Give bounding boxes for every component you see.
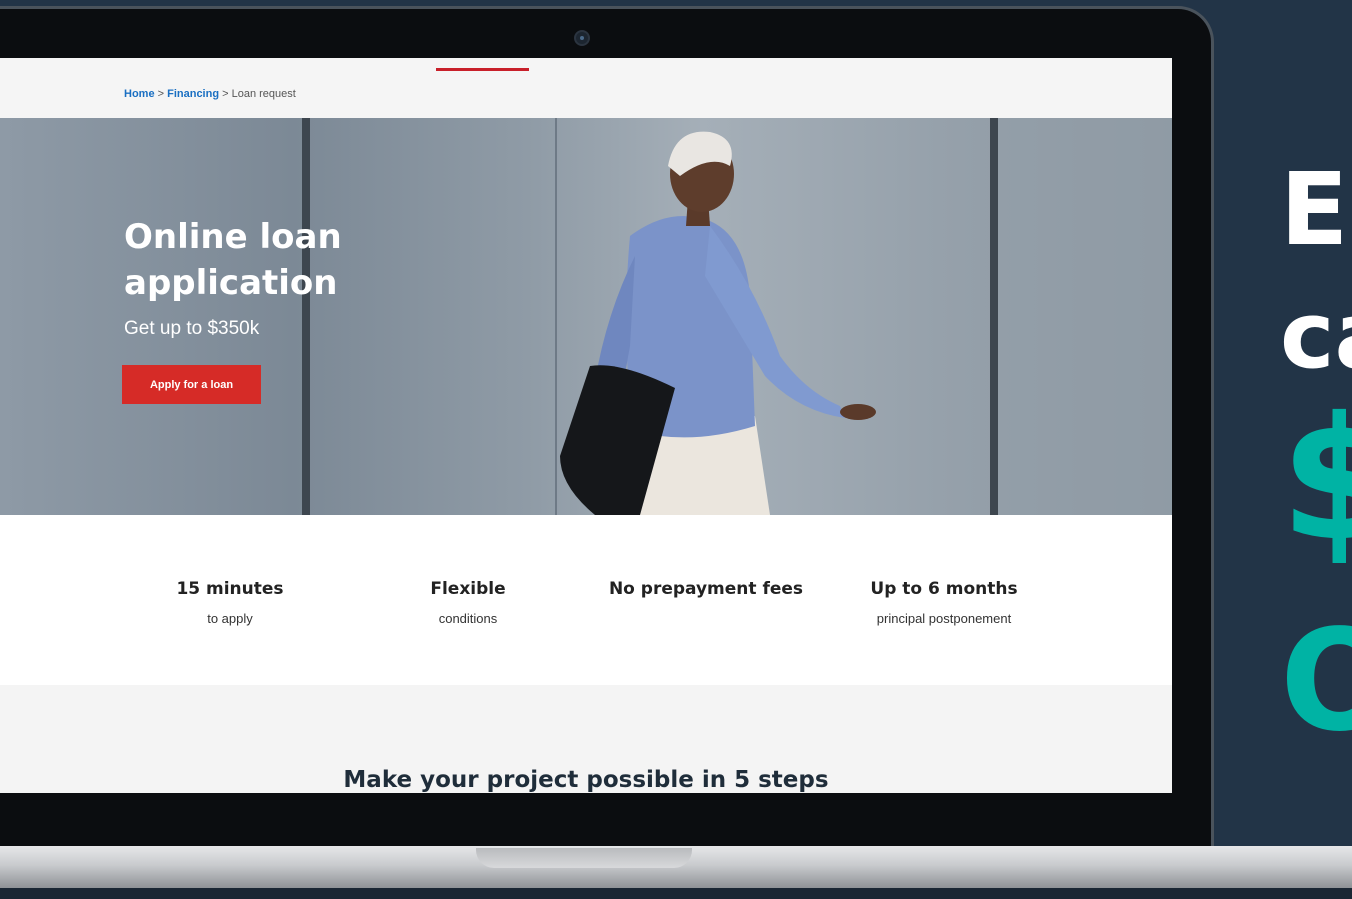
promo-text-line-2: ca (1280, 282, 1352, 389)
wall-panel (1000, 118, 1172, 515)
feature-title: Flexible (430, 579, 506, 599)
breadcrumb-financing-link[interactable]: Financing (167, 88, 219, 100)
feature-item: Flexible conditions (358, 579, 578, 626)
promo-text-line-1: E (1280, 151, 1349, 268)
hero-banner: Online loan application Get up to $350k … (0, 118, 1172, 515)
breadcrumb-separator: > (219, 88, 232, 100)
webcam-icon (574, 30, 590, 46)
feature-item: No prepayment fees (596, 579, 816, 611)
laptop-shadow (0, 888, 1352, 899)
wall-panel-divider (990, 118, 998, 515)
feature-item: Up to 6 months principal postponement (834, 579, 1054, 626)
feature-subtitle: principal postponement (876, 611, 1012, 626)
hero-title: Online loan application (124, 217, 342, 303)
feature-subtitle: conditions (438, 611, 498, 626)
feature-title: Up to 6 months (870, 579, 1018, 599)
laptop-notch (476, 848, 692, 868)
breadcrumb-bar: Home > Financing > Loan request (0, 58, 1172, 118)
wall-panel-divider (302, 118, 310, 515)
breadcrumb-separator: > (154, 88, 168, 100)
apply-for-loan-button[interactable]: Apply for a loan (122, 365, 261, 404)
promo-text-line-3: $ (1280, 381, 1352, 579)
breadcrumb: Home > Financing > Loan request (124, 88, 296, 100)
active-nav-indicator (436, 68, 529, 71)
feature-item: 15 minutes to apply (120, 579, 340, 626)
feature-title: No prepayment fees (608, 579, 804, 599)
steps-title: Make your project possible in 5 steps (343, 767, 829, 793)
steps-section: Make your project possible in 5 steps (0, 685, 1172, 793)
feature-subtitle: to apply (207, 611, 253, 626)
features-section: 15 minutes to apply Flexible conditions … (0, 515, 1172, 685)
breadcrumb-home-link[interactable]: Home (124, 88, 155, 100)
walking-woman-image (560, 131, 876, 515)
feature-title: 15 minutes (176, 579, 284, 599)
promo-text-line-4: O (1280, 600, 1352, 763)
hero-subtitle: Get up to $350k (124, 318, 260, 339)
breadcrumb-current: Loan request (231, 88, 296, 100)
laptop-screen: Home > Financing > Loan request Online l (0, 58, 1172, 793)
